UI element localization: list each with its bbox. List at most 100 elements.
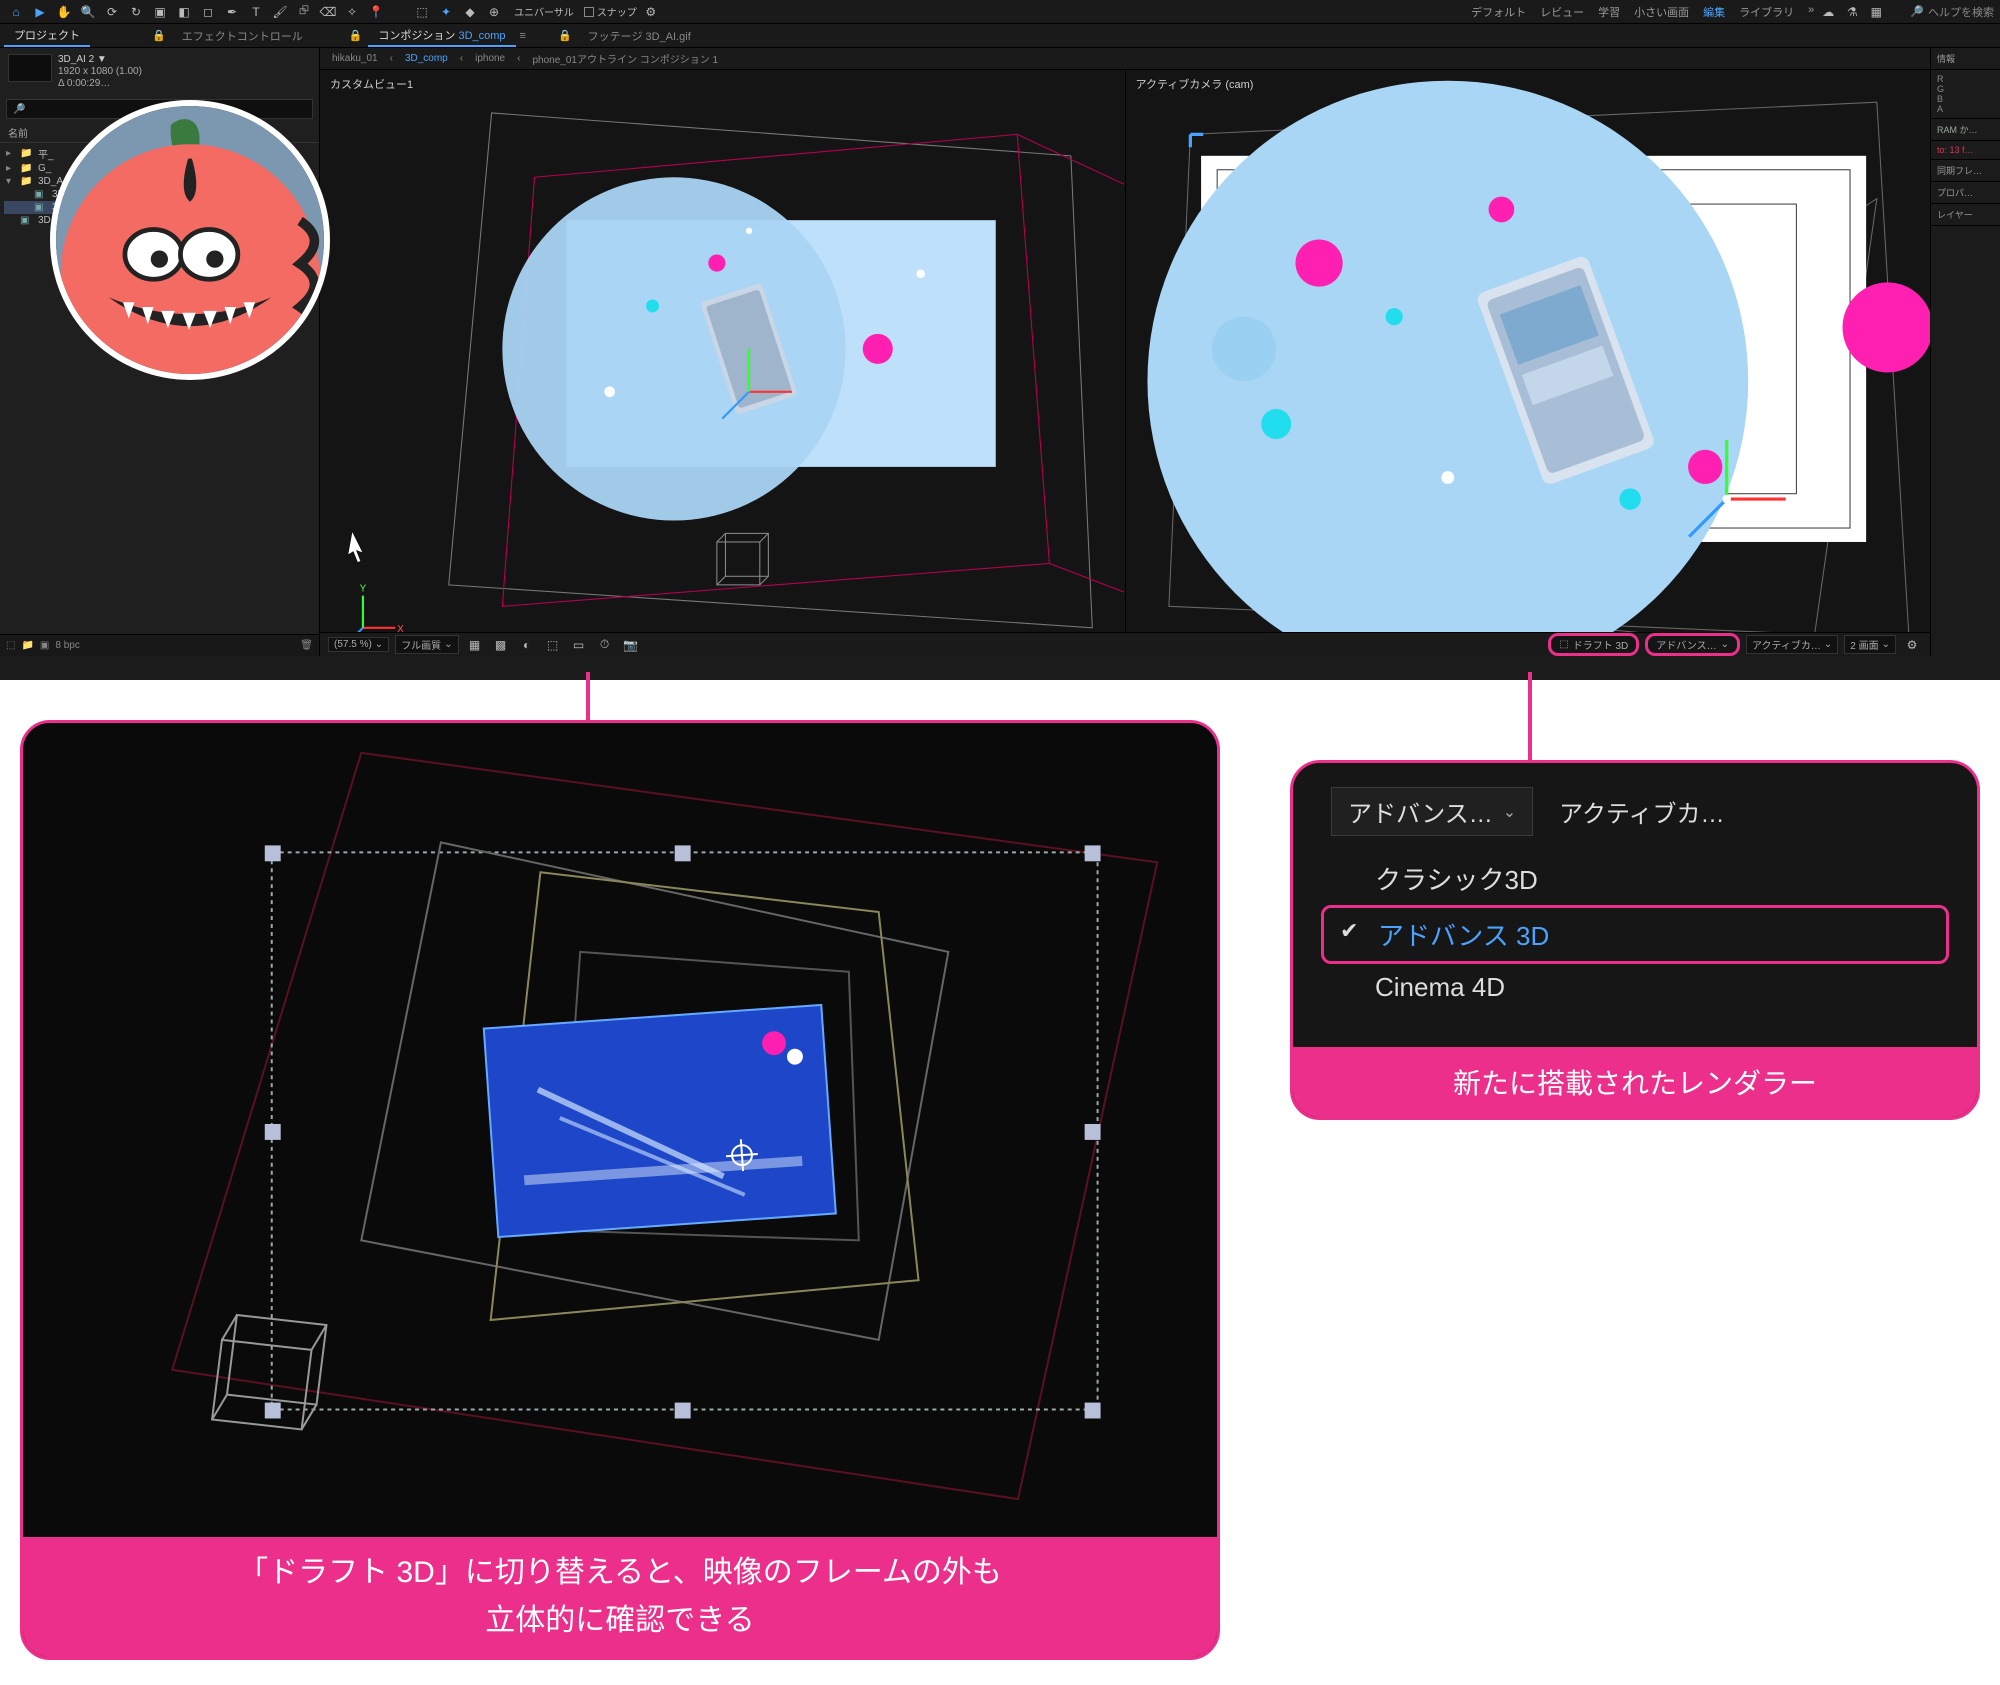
effect-controls-tab[interactable]: エフェクトコントロール bbox=[172, 26, 313, 46]
share-icon[interactable]: ☁ bbox=[1818, 2, 1838, 22]
svg-text:X: X bbox=[397, 624, 404, 632]
camera-dropdown[interactable]: アクティブカ…⌄ bbox=[1746, 635, 1838, 654]
project-delta: Δ 0:00:29… bbox=[58, 78, 142, 89]
renderer-dropdown-zoom: アドバンス… ⌄ アクティブカ… クラシック3D ✔ アドバンス 3D Cine… bbox=[1293, 763, 1977, 1047]
workspace-default[interactable]: デフォルト bbox=[1471, 4, 1526, 20]
workspace-learn[interactable]: 学習 bbox=[1598, 4, 1620, 20]
lock-icon[interactable]: 🔒 bbox=[349, 29, 363, 42]
rotate-tool-icon[interactable]: ↻ bbox=[126, 2, 146, 22]
draft-3d-caption: 「ドラフト 3D」に切り替えると、映像のフレームの外も 立体的に確認できる bbox=[23, 1537, 1217, 1657]
project-dims: 1920 x 1080 (1.00) bbox=[58, 66, 142, 77]
fast-preview-icon[interactable]: ▦ bbox=[465, 635, 485, 655]
footage-tab[interactable]: フッテージ 3D_AI.gif bbox=[578, 26, 701, 46]
renderer-dropdown[interactable]: アドバンス…⌄ bbox=[1645, 633, 1740, 656]
renderer-dropdown-button[interactable]: アドバンス… ⌄ bbox=[1331, 787, 1533, 836]
breadcrumb[interactable]: phone_01アウトライン コンポジション 1 bbox=[526, 49, 724, 68]
rgba-readout: R G B A bbox=[1931, 70, 2000, 119]
new-folder-icon[interactable]: 📁 bbox=[21, 640, 33, 651]
breadcrumb[interactable]: hikaku_01 bbox=[326, 51, 384, 66]
snap-options-icon[interactable]: ⚙ bbox=[641, 2, 661, 22]
viewport-label: アクティブカメラ (cam) bbox=[1136, 76, 1254, 92]
breadcrumb[interactable]: 3D_comp bbox=[399, 51, 454, 66]
breadcrumb[interactable]: iphone bbox=[469, 51, 511, 66]
mask-toggle-icon[interactable]: ◐ bbox=[517, 635, 537, 655]
view-layout-dropdown[interactable]: 2 画面⌄ bbox=[1844, 635, 1896, 654]
transparency-grid-icon[interactable]: ▩ bbox=[491, 635, 511, 655]
renderer-caption: 新たに搭載されたレンダラー bbox=[1293, 1047, 1977, 1117]
local-axis-icon[interactable]: ⬚ bbox=[412, 2, 432, 22]
draft-3d-toggle[interactable]: ⬚ ドラフト 3D bbox=[1548, 633, 1639, 656]
new-comp-icon[interactable]: ▣ bbox=[40, 640, 49, 651]
universal-label: ユニバーサル bbox=[508, 4, 580, 19]
ram-line: 同期フレ… bbox=[1931, 160, 2000, 182]
interpret-icon[interactable]: ⬚ bbox=[6, 640, 15, 651]
selection-tool-icon[interactable]: ▶ bbox=[30, 2, 50, 22]
after-effects-window: ⌂ ▶ ✋ 🔍 ⟳ ↻ ▣ ◧ ◻ ✒ T 🖌 ⮺ ⌫ ✧ 📍 ⬚ ✦ ◆ ⊕ … bbox=[0, 0, 2000, 680]
pen-tool-icon[interactable]: ✒ bbox=[222, 2, 242, 22]
clone-tool-icon[interactable]: ⮺ bbox=[294, 2, 314, 22]
renderer-option-cinema4d[interactable]: Cinema 4D bbox=[1321, 964, 1949, 1011]
zoom-dropdown[interactable]: (57.5 %)⌄ bbox=[328, 637, 389, 652]
lock-icon[interactable]: 🔒 bbox=[558, 29, 572, 42]
renderer-option-classic[interactable]: クラシック3D bbox=[1321, 852, 1949, 905]
snapshot-icon[interactable]: 📷 bbox=[621, 635, 641, 655]
region-icon[interactable]: ⬚ bbox=[543, 635, 563, 655]
trash-icon[interactable]: 🗑 bbox=[300, 640, 313, 651]
right-side-panels: 情報 R G B A RAM か… to: 13 f… 同期フレ… プロパ… レ… bbox=[1930, 48, 2000, 656]
info-panel-tab[interactable]: 情報 bbox=[1931, 48, 2000, 70]
viewer-options-icon[interactable]: ⚙ bbox=[1902, 635, 1922, 655]
viewer-footer: (57.5 %)⌄ フル画質⌄ ▦ ▩ ◐ ⬚ ▭ ⏱ 📷 ⬚ ドラフト 3D bbox=[320, 632, 1930, 656]
layer-panel-tab[interactable]: レイヤー bbox=[1931, 204, 2000, 226]
puppet-tool-icon[interactable]: 📍 bbox=[366, 2, 386, 22]
timecode-icon[interactable]: ⏱ bbox=[595, 635, 615, 655]
roto-tool-icon[interactable]: ✧ bbox=[342, 2, 362, 22]
draft-3d-preview bbox=[23, 723, 1217, 1537]
view-axis-icon[interactable]: ◆ bbox=[460, 2, 480, 22]
viewport-active-camera[interactable]: アクティブカメラ (cam) bbox=[1125, 70, 1931, 632]
renderer-options-list: クラシック3D ✔ アドバンス 3D Cinema 4D bbox=[1303, 850, 1967, 1013]
type-tool-icon[interactable]: T bbox=[246, 2, 266, 22]
brush-tool-icon[interactable]: 🖌 bbox=[270, 2, 290, 22]
workspace-review[interactable]: レビュー bbox=[1540, 4, 1584, 20]
panel-tab-strip: プロジェクト 🔒 エフェクトコントロール 🔒 コンポジション 3D_comp ≡… bbox=[0, 24, 2000, 48]
world-axis-icon[interactable]: ✦ bbox=[436, 2, 456, 22]
workspace-edit[interactable]: 編集 bbox=[1703, 4, 1725, 20]
renderer-callout: アドバンス… ⌄ アクティブカ… クラシック3D ✔ アドバンス 3D Cine… bbox=[1290, 760, 1980, 1120]
viewport-custom-view[interactable]: カスタムビュー1 bbox=[320, 70, 1125, 632]
viewport-label: カスタムビュー1 bbox=[330, 76, 413, 92]
beaker-icon[interactable]: ⚗ bbox=[1842, 2, 1862, 22]
col-name-header[interactable]: 名前 bbox=[8, 125, 28, 140]
orbit-tool-icon[interactable]: ⟳ bbox=[102, 2, 122, 22]
camera-tool-icon[interactable]: ▣ bbox=[150, 2, 170, 22]
workspace-overflow-icon[interactable]: » bbox=[1808, 4, 1814, 20]
snap-toggle[interactable]: スナップ bbox=[584, 4, 637, 19]
active-camera-dropdown[interactable]: アクティブカ… bbox=[1555, 788, 1740, 835]
shape-tool-icon[interactable]: ◻ bbox=[198, 2, 218, 22]
grid-icon[interactable]: ▦ bbox=[1866, 2, 1886, 22]
eraser-tool-icon[interactable]: ⌫ bbox=[318, 2, 338, 22]
workspace-small[interactable]: 小さい画面 bbox=[1634, 4, 1689, 20]
mascot-avatar bbox=[50, 100, 330, 380]
close-icon[interactable]: ≡ bbox=[520, 30, 526, 42]
resolution-dropdown[interactable]: フル画質⌄ bbox=[395, 635, 458, 654]
zoom-tool-icon[interactable]: 🔍 bbox=[78, 2, 98, 22]
bpc-toggle[interactable]: 8 bpc bbox=[55, 640, 79, 651]
help-search[interactable]: 🔎 ヘルプを検索 bbox=[1910, 4, 1994, 20]
project-comp-name: 3D_AI 2 ▼ bbox=[58, 54, 142, 65]
guides-icon[interactable]: ▭ bbox=[569, 635, 589, 655]
active-camera-canvas bbox=[1126, 70, 1930, 632]
composition-tab[interactable]: コンポジション 3D_comp bbox=[368, 25, 515, 47]
draft-3d-callout: 「ドラフト 3D」に切り替えると、映像のフレームの外も 立体的に確認できる bbox=[20, 720, 1220, 1660]
lock-icon[interactable]: 🔒 bbox=[152, 29, 166, 42]
hand-tool-icon[interactable]: ✋ bbox=[54, 2, 74, 22]
gizmo-mode-icon[interactable]: ⊕ bbox=[484, 2, 504, 22]
top-toolbar: ⌂ ▶ ✋ 🔍 ⟳ ↻ ▣ ◧ ◻ ✒ T 🖌 ⮺ ⌫ ✧ 📍 ⬚ ✦ ◆ ⊕ … bbox=[0, 0, 2000, 24]
project-panel-tab[interactable]: プロジェクト bbox=[4, 25, 90, 47]
properties-panel-tab[interactable]: プロパ… bbox=[1931, 182, 2000, 204]
chevron-down-icon: ⌄ bbox=[1503, 802, 1516, 822]
ram-line: RAM か… bbox=[1931, 119, 2000, 141]
home-icon[interactable]: ⌂ bbox=[6, 2, 26, 22]
renderer-option-advanced[interactable]: ✔ アドバンス 3D bbox=[1321, 905, 1949, 964]
pan-behind-tool-icon[interactable]: ◧ bbox=[174, 2, 194, 22]
workspace-library[interactable]: ライブラリ bbox=[1739, 4, 1794, 20]
